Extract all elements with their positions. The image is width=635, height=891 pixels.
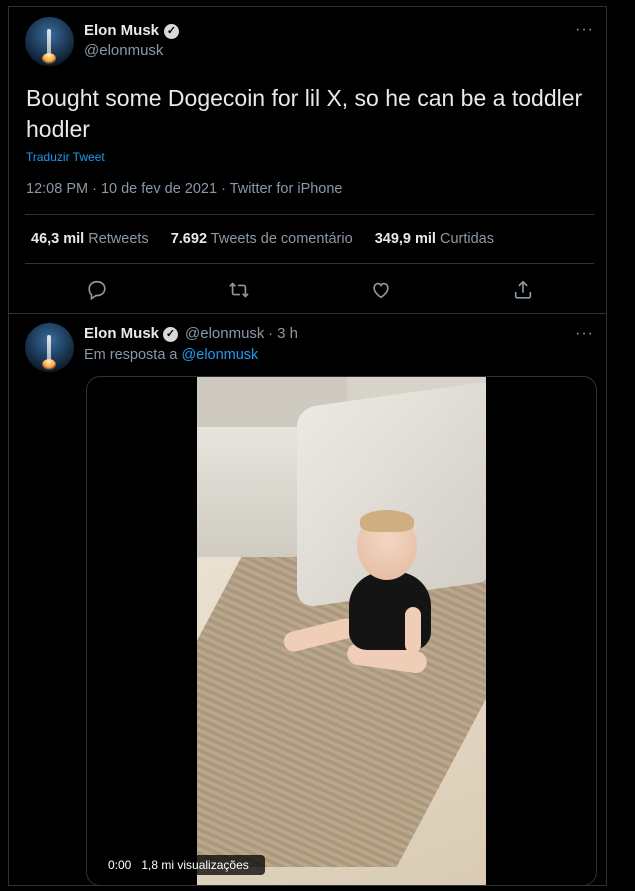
retweet-stat[interactable]: 46,3 mil Retweets [31, 231, 149, 247]
video-frame[interactable] [197, 377, 486, 885]
share-icon[interactable] [512, 279, 534, 301]
divider [25, 214, 594, 215]
reply-icon[interactable] [86, 279, 108, 301]
in-reply-handle-link[interactable]: @elonmusk [182, 347, 259, 363]
video-time: 0:00 [108, 858, 132, 872]
reply-avatar[interactable] [25, 323, 74, 372]
baby-hair [360, 510, 414, 532]
tweet-timestamp[interactable]: 12:08 PM · 10 de fev de 2021 · Twitter f… [26, 181, 343, 197]
retweet-icon[interactable] [228, 279, 250, 301]
reply-author-handle[interactable]: @elonmusk [185, 325, 264, 342]
video-info-badge: 0:00 1,8 mi visualizações [102, 855, 265, 875]
author-handle[interactable]: @elonmusk [84, 42, 163, 59]
rocket-graphic [47, 29, 51, 55]
avatar[interactable] [25, 17, 74, 66]
engagement-stats: 46,3 mil Retweets 7.692 Tweets de coment… [31, 231, 512, 247]
reply-author-name[interactable]: Elon Musk [84, 325, 159, 342]
more-options-icon[interactable]: ··· [575, 325, 594, 343]
video-player[interactable]: 0:00 1,8 mi visualizações [86, 376, 597, 885]
rocket-flame-graphic [42, 359, 56, 371]
like-stat[interactable]: 349,9 mil Curtidas [375, 231, 494, 247]
in-reply-to: Em resposta a @elonmusk [84, 347, 258, 363]
divider [25, 263, 594, 264]
like-icon[interactable] [370, 279, 392, 301]
baby-arm [405, 607, 421, 653]
video-views: 1,8 mi visualizações [141, 858, 249, 872]
verified-badge-icon: ✓ [163, 327, 178, 342]
verified-badge-icon: ✓ [164, 24, 179, 39]
quote-tweet-stat[interactable]: 7.692 Tweets de comentário [171, 231, 353, 247]
rocket-graphic [47, 335, 51, 361]
translate-tweet-link[interactable]: Traduzir Tweet [26, 150, 105, 164]
divider [9, 313, 606, 314]
tweet-text: Bought some Dogecoin for lil X, so he ca… [26, 85, 583, 142]
in-reply-prefix: Em resposta a [84, 347, 178, 363]
rocket-flame-graphic [42, 53, 56, 65]
timeline-frame: Elon Musk ✓ @elonmusk ··· Bought some Do… [8, 6, 607, 886]
reply-time[interactable]: · 3 h [268, 325, 298, 342]
more-options-icon[interactable]: ··· [575, 21, 594, 39]
author-name[interactable]: Elon Musk [84, 22, 159, 39]
